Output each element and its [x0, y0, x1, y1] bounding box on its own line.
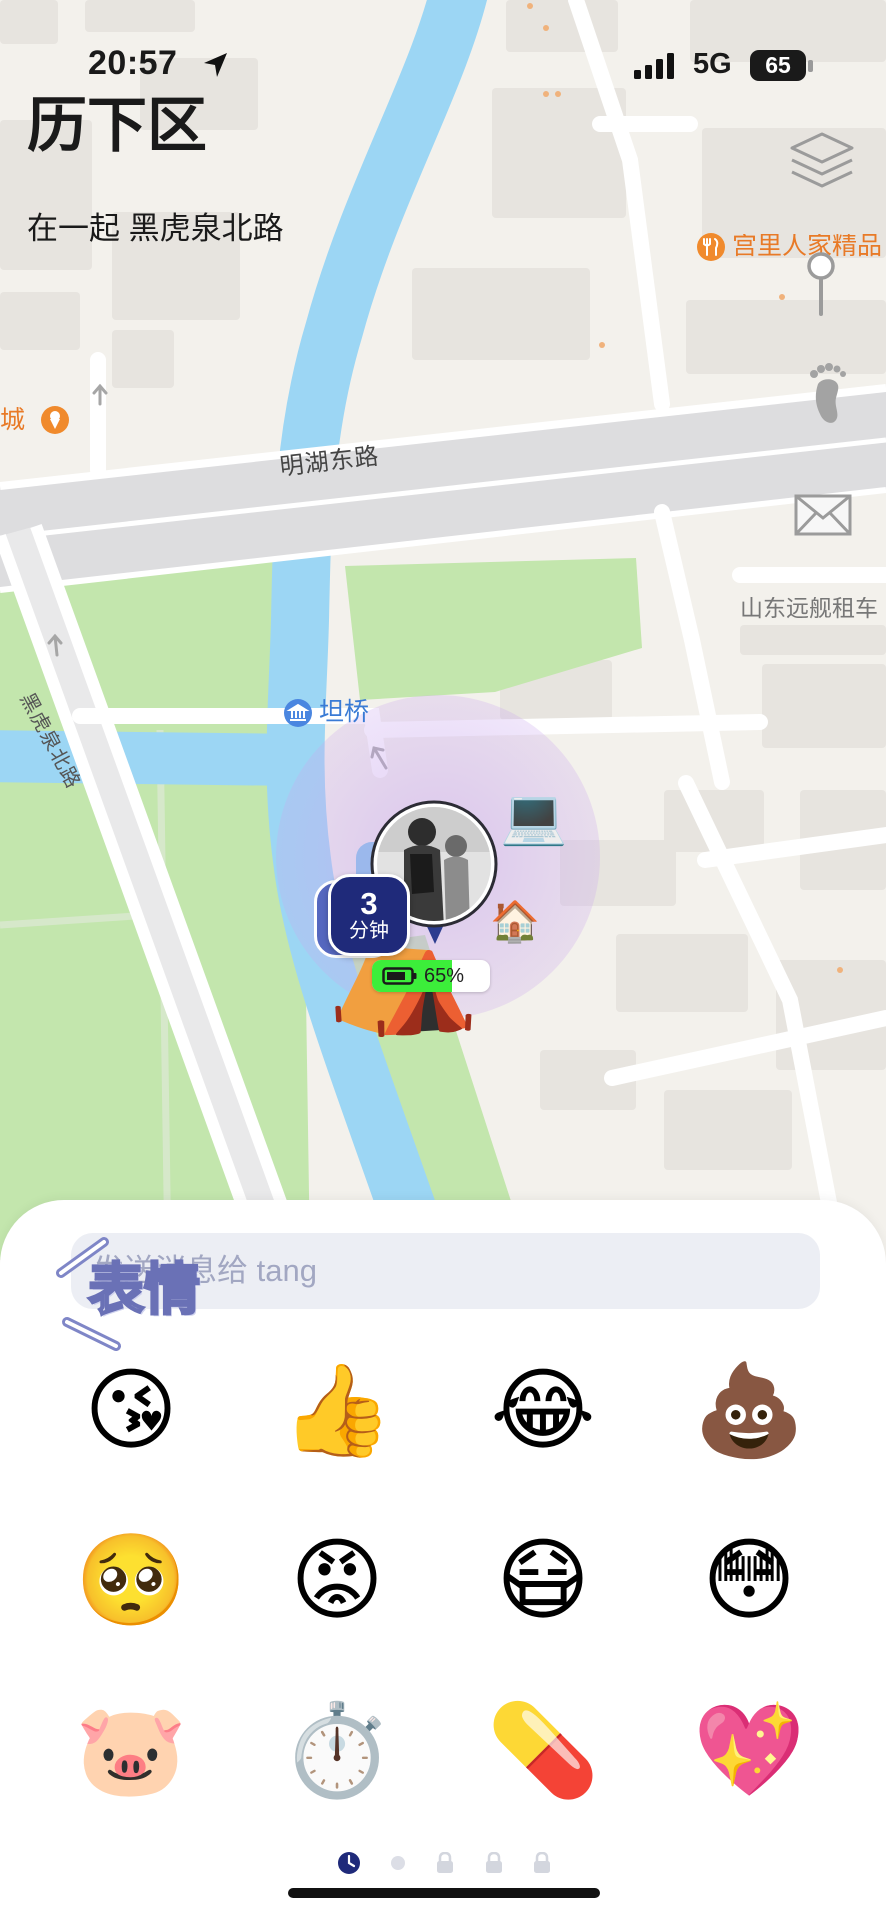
- emoji-flushed[interactable]: 😳: [646, 1496, 852, 1666]
- lock-icon[interactable]: [533, 1852, 551, 1874]
- district-title: 历下区: [27, 92, 207, 159]
- emoji-pill[interactable]: 💊: [440, 1666, 646, 1836]
- status-bar: 20:57 5G 65: [0, 0, 886, 100]
- layers-button[interactable]: [788, 130, 856, 196]
- road-label-minghu: 明湖东路: [278, 442, 381, 481]
- signal-icon: [634, 53, 674, 79]
- page-dot[interactable]: [391, 1856, 405, 1870]
- battery-text: 65%: [424, 965, 465, 987]
- emoji-sparkling-heart[interactable]: 💖: [646, 1666, 852, 1836]
- pin-icon: [807, 252, 835, 316]
- poi-car-rental-label[interactable]: 山东远舰租车: [740, 597, 886, 620]
- status-battery-tip: [808, 60, 813, 72]
- emoji-pig[interactable]: 🐷: [28, 1666, 234, 1836]
- emoji-angry[interactable]: 😡: [234, 1496, 440, 1666]
- page-indicator: [330, 1848, 560, 1878]
- status-battery: 65: [750, 50, 806, 81]
- layers-icon: [790, 132, 854, 188]
- footprint-icon: [810, 363, 846, 423]
- house-icon: 🏠: [490, 900, 540, 944]
- home-indicator[interactable]: [288, 1888, 600, 1898]
- panel-title: 表情: [87, 1258, 202, 1321]
- emoji-mask[interactable]: 😷: [440, 1496, 646, 1666]
- footprints-button[interactable]: [806, 362, 850, 428]
- battery-indicator: 65%: [372, 960, 490, 992]
- eta-value: 3: [360, 885, 378, 921]
- ice-cream-icon: [41, 406, 69, 434]
- lock-icon[interactable]: [436, 1852, 454, 1874]
- restaurant-icon: [697, 233, 725, 261]
- location-status: 在一起 黑虎泉北路: [27, 211, 284, 246]
- road-label-heihuquan: 黑虎泉北路: [15, 689, 85, 793]
- messages-button[interactable]: [794, 494, 852, 536]
- landmark-icon: [284, 699, 312, 727]
- envelope-icon: [794, 494, 852, 536]
- status-battery-level: 65: [765, 52, 791, 78]
- eta-badge[interactable]: 3 分钟: [328, 874, 410, 956]
- eta-unit: 分钟: [349, 920, 389, 943]
- battery-icon: [382, 967, 417, 985]
- laptop-icon: 💻: [500, 787, 568, 847]
- pin-button[interactable]: [802, 248, 840, 320]
- clock-icon[interactable]: [337, 1851, 361, 1875]
- emoji-poop[interactable]: 💩: [646, 1326, 852, 1496]
- poi-bridge-label[interactable]: 坦桥: [319, 700, 369, 725]
- status-time: 20:57: [88, 44, 178, 82]
- emoji-laughing[interactable]: 😂: [440, 1326, 646, 1496]
- poi-left-label[interactable]: 城: [0, 408, 25, 433]
- emoji-kiss[interactable]: 😘: [28, 1326, 234, 1496]
- emoji-thumbs-up[interactable]: 👍: [234, 1326, 440, 1496]
- lock-icon[interactable]: [485, 1852, 503, 1874]
- emoji-pleading[interactable]: 🥺: [28, 1496, 234, 1666]
- network-type: 5G: [693, 48, 732, 80]
- emoji-grid: 😘 👍 😂 💩 🥺 😡 😷 😳 🐷 ⏱️ 💊 💖: [28, 1326, 852, 1836]
- location-arrow-icon: [204, 53, 227, 77]
- emoji-stopwatch[interactable]: ⏱️: [234, 1666, 440, 1836]
